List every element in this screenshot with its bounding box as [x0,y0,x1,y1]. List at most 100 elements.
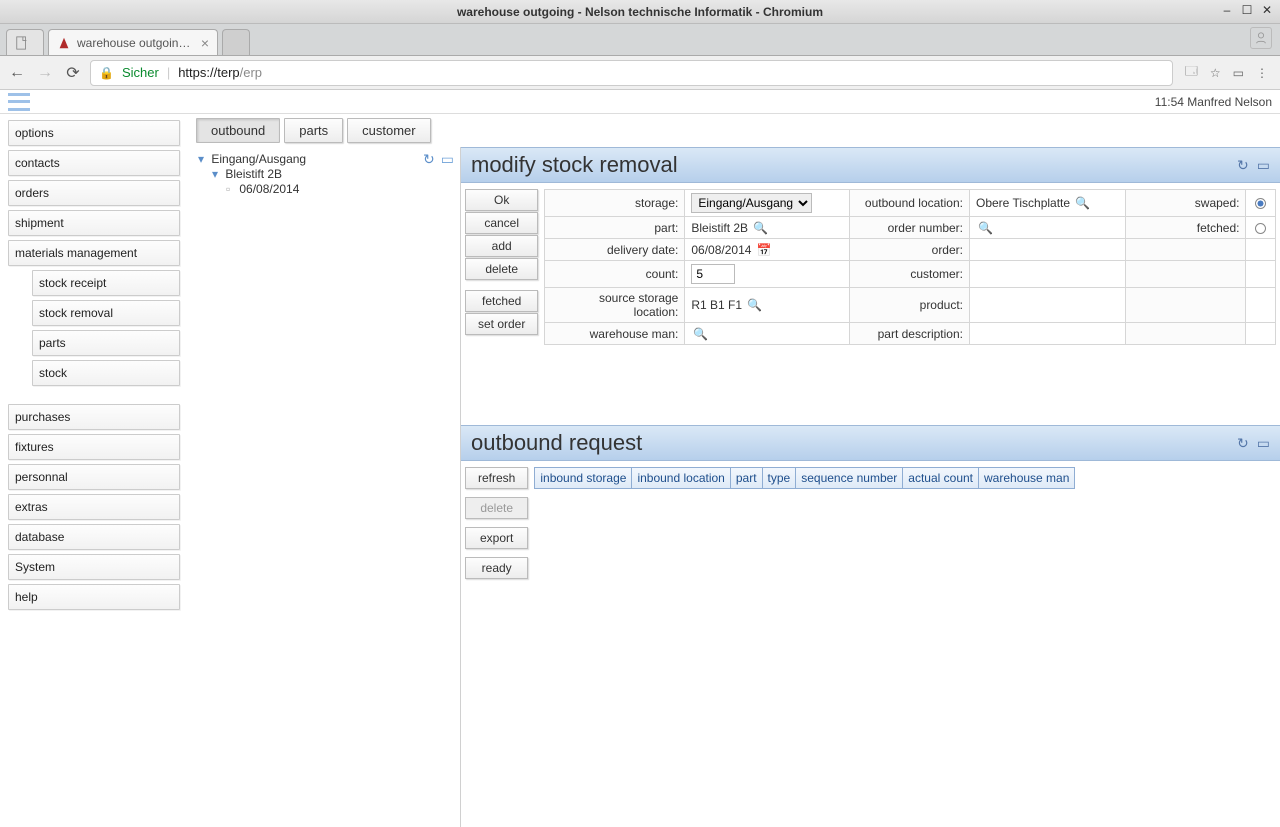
set-order-button[interactable]: set order [465,313,538,335]
value-source-storage: R1 B1 F1 [691,298,742,312]
bookmark-star-icon[interactable]: ☆ [1210,66,1221,80]
panel-collapse-icon[interactable]: ▭ [1257,435,1270,452]
sidebar-item-personnal[interactable]: personnal [8,464,180,490]
sidebar-item-materials-management[interactable]: materials management [8,240,180,266]
export-button[interactable]: export [465,527,528,549]
label-source-storage: source storage location: [545,288,685,323]
value-outbound-location: Obere Tischplatte [976,196,1070,210]
url-host: https://terp [178,65,239,80]
tree-refresh-icon[interactable]: ↻ [423,151,435,168]
translate-icon[interactable]: 🗔 [1185,62,1198,83]
sidebar-item-fixtures[interactable]: fixtures [8,434,180,460]
profile-avatar-icon[interactable] [1250,27,1272,49]
label-customer: customer: [850,261,970,288]
sidebar-item-stock[interactable]: stock [32,360,180,386]
count-input[interactable] [691,264,735,284]
col-sequence-number[interactable]: sequence number [796,468,903,488]
tree-node-date[interactable]: 06/08/2014 [239,182,299,196]
label-part: part: [545,217,685,239]
session-info: 11:54 Manfred Nelson [1155,95,1272,109]
new-tab-button[interactable] [222,29,250,55]
search-icon[interactable]: 🔍 [978,221,993,235]
browser-tab-active[interactable]: warehouse outgoing - Ne × [48,29,218,55]
ready-button[interactable]: ready [465,557,528,579]
tab-customer[interactable]: customer [347,118,430,143]
form-grid: storage: Eingang/Ausgang outbound locati… [544,189,1276,345]
outbound-table-header: inbound storage inbound location part ty… [534,467,1075,489]
tab-outbound[interactable]: outbound [196,118,280,143]
fetched-radio[interactable] [1255,223,1266,234]
delete-button[interactable]: delete [465,258,538,280]
sidebar-item-stock-removal[interactable]: stock removal [32,300,180,326]
sidebar-item-database[interactable]: database [8,524,180,550]
calendar-icon[interactable]: 📅 [757,243,772,257]
panel-refresh-icon[interactable]: ↻ [1237,157,1249,174]
app-top-bar: 11:54 Manfred Nelson [0,90,1280,114]
sidebar-item-purchases[interactable]: purchases [8,404,180,430]
col-part[interactable]: part [731,468,763,488]
panel-refresh-icon[interactable]: ↻ [1237,435,1249,452]
label-order: order: [850,239,970,261]
panel-title: outbound request [471,430,642,456]
col-type[interactable]: type [763,468,797,488]
nav-reload-button[interactable]: ⟳ [62,62,84,84]
sidebar-item-shipment[interactable]: shipment [8,210,180,236]
sidebar-item-orders[interactable]: orders [8,180,180,206]
label-storage: storage: [545,190,685,217]
sidebar-item-help[interactable]: help [8,584,180,610]
label-count: count: [545,261,685,288]
menu-toggle-icon[interactable] [8,93,30,111]
sidebar-item-extras[interactable]: extras [8,494,180,520]
swaped-radio[interactable] [1255,198,1266,209]
delete-button[interactable]: delete [465,497,528,519]
tree-caret-icon[interactable]: ▾ [198,152,208,166]
value-delivery-date: 06/08/2014 [691,243,751,257]
col-inbound-location[interactable]: inbound location [632,468,730,488]
refresh-button[interactable]: refresh [465,467,528,489]
tab-parts[interactable]: parts [284,118,343,143]
window-title: warehouse outgoing - Nelson technische I… [457,5,823,19]
session-time: 11:54 [1155,95,1184,109]
label-order-number: order number: [850,217,970,239]
tab-close-icon[interactable]: × [201,35,209,51]
reader-mode-icon[interactable]: ▭ [1233,66,1244,80]
url-path: /erp [240,65,262,80]
panel-title: modify stock removal [471,152,678,178]
sidebar-item-stock-receipt[interactable]: stock receipt [32,270,180,296]
fetched-button[interactable]: fetched [465,290,538,312]
tree-node-part[interactable]: Bleistift 2B [225,167,282,181]
sidebar-item-options[interactable]: options [8,120,180,146]
label-fetched: fetched: [1126,217,1246,239]
col-actual-count[interactable]: actual count [903,468,979,488]
minimize-icon[interactable]: ‒ [1220,3,1234,17]
chrome-menu-icon[interactable]: ⋮ [1256,66,1268,80]
tree-panel-icon[interactable]: ▭ [441,151,454,168]
ok-button[interactable]: Ok [465,189,538,211]
lock-icon: 🔒 [99,66,114,80]
tree-caret-icon[interactable]: ▾ [212,167,222,181]
search-icon[interactable]: 🔍 [747,298,762,312]
search-icon[interactable]: 🔍 [1075,196,1090,210]
os-titlebar: warehouse outgoing - Nelson technische I… [0,0,1280,24]
sidebar-item-parts[interactable]: parts [32,330,180,356]
label-outbound-location: outbound location: [850,190,970,217]
maximize-icon[interactable]: ☐ [1240,3,1254,17]
col-warehouse-man[interactable]: warehouse man [979,468,1074,488]
add-button[interactable]: add [465,235,538,257]
close-icon[interactable]: ✕ [1260,3,1274,17]
browser-tab-blank[interactable] [6,29,44,55]
search-icon[interactable]: 🔍 [693,327,708,341]
browser-tabstrip: warehouse outgoing - Ne × [0,24,1280,56]
address-bar[interactable]: 🔒 Sicher | https://terp/erp [90,60,1173,86]
nav-forward-button[interactable]: → [34,62,56,84]
cancel-button[interactable]: cancel [465,212,538,234]
sidebar-item-system[interactable]: System [8,554,180,580]
tree-node-root[interactable]: Eingang/Ausgang [211,152,306,166]
sidebar-item-contacts[interactable]: contacts [8,150,180,176]
panel-collapse-icon[interactable]: ▭ [1257,157,1270,174]
nav-back-button[interactable]: ← [6,62,28,84]
storage-select[interactable]: Eingang/Ausgang [691,193,812,213]
security-label: Sicher [122,65,159,80]
col-inbound-storage[interactable]: inbound storage [535,468,632,488]
search-icon[interactable]: 🔍 [753,221,768,235]
